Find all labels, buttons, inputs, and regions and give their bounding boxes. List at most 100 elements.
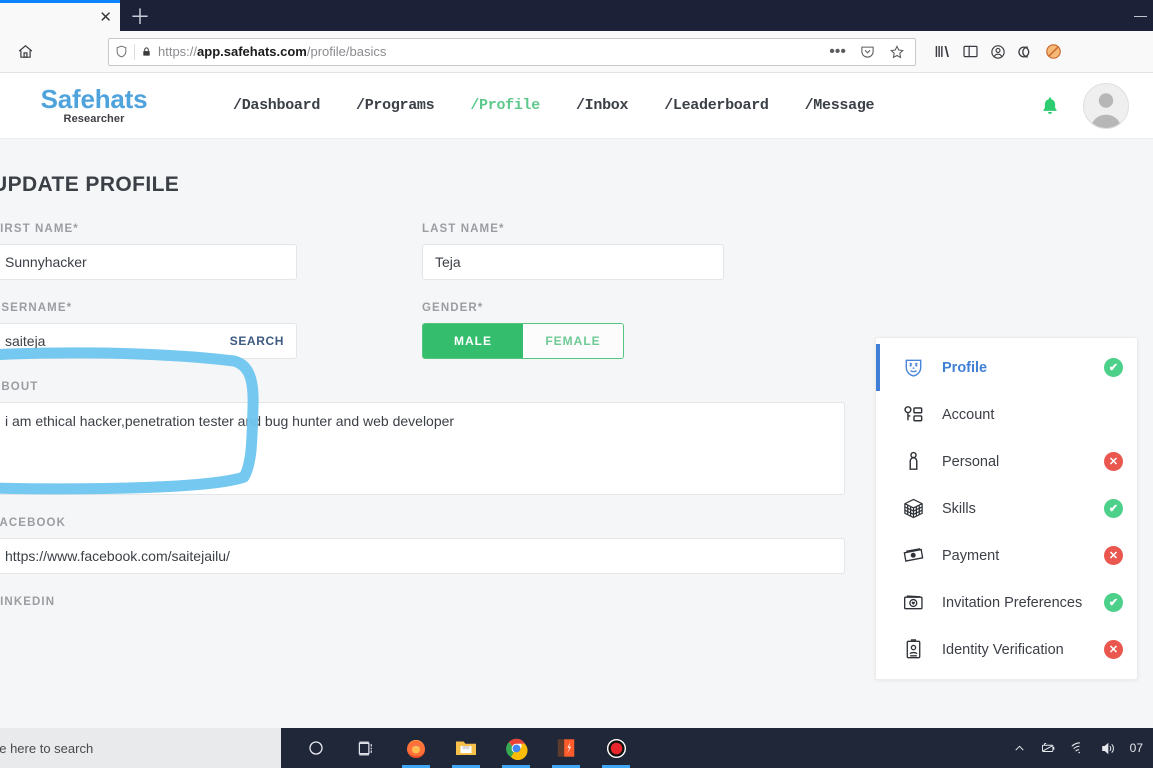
sidebar-item-personal[interactable]: Personal ✕ xyxy=(876,438,1137,485)
field-last-name: LAST NAME* Teja xyxy=(422,223,852,280)
avatar[interactable] xyxy=(1083,82,1129,129)
taskbar-search-input[interactable]: pe here to search xyxy=(0,728,281,768)
taskbar-icons xyxy=(299,728,633,768)
nav-item-leaderboard[interactable]: /Leaderboard xyxy=(664,97,769,114)
main-nav: /Dashboard /Programs /Profile /Inbox /Le… xyxy=(233,97,875,114)
sidebar-item-payment[interactable]: Payment ✕ xyxy=(876,532,1137,579)
windows-taskbar: pe here to search 07 xyxy=(0,728,1153,768)
username-label: USERNAME* xyxy=(0,302,73,314)
sidebar-item-label: Identity Verification xyxy=(942,641,1064,658)
mask-icon xyxy=(902,356,932,379)
container-tabs-icon[interactable] xyxy=(1017,44,1034,60)
field-linkedin: LINKEDIN xyxy=(0,596,852,608)
window-controls[interactable]: — xyxy=(1134,0,1147,31)
status-badge-incomplete: ✕ xyxy=(1104,640,1123,659)
url-bar[interactable]: https://app.safehats.com/profile/basics … xyxy=(108,37,916,66)
sidebar-item-label: Skills xyxy=(942,500,976,517)
sidebar-item-account[interactable]: Account xyxy=(876,391,1137,438)
taskbar-search-placeholder: pe here to search xyxy=(0,740,94,756)
facebook-label: FACEBOOK xyxy=(0,517,66,529)
app-orange-icon[interactable] xyxy=(549,728,583,768)
home-icon[interactable] xyxy=(10,37,40,67)
first-name-label: FIRST NAME* xyxy=(0,223,79,235)
ellipsis-icon[interactable]: ••• xyxy=(825,43,850,61)
facebook-input[interactable]: https://www.facebook.com/saitejailu/ xyxy=(0,538,845,574)
last-name-value: Teja xyxy=(435,254,461,270)
web-page: Safehats Researcher /Dashboard /Programs… xyxy=(0,73,1153,728)
close-icon[interactable]: ✕ xyxy=(99,10,112,25)
logo-subtitle: Researcher xyxy=(63,113,125,125)
last-name-input[interactable]: Teja xyxy=(422,244,724,280)
sidebar-item-label: Account xyxy=(942,406,995,423)
star-icon[interactable] xyxy=(885,44,909,60)
firefox-icon[interactable] xyxy=(399,728,433,768)
field-gender: GENDER* MALE FEMALE xyxy=(422,302,852,359)
sidebar-icon[interactable] xyxy=(962,44,979,59)
invitation-icon xyxy=(902,591,932,614)
money-icon xyxy=(902,544,932,567)
first-name-input[interactable]: Sunnyhacker xyxy=(0,244,297,280)
url-text[interactable]: https://app.safehats.com/profile/basics xyxy=(158,44,819,59)
battery-icon[interactable] xyxy=(1039,741,1057,755)
facebook-value: https://www.facebook.com/saitejailu/ xyxy=(5,548,230,564)
minimize-icon[interactable]: — xyxy=(1134,8,1147,23)
header-actions xyxy=(1039,82,1153,129)
username-search-button[interactable]: SEARCH xyxy=(230,334,284,348)
sidebar-item-label: Profile xyxy=(942,359,988,376)
nav-item-inbox[interactable]: /Inbox xyxy=(576,97,629,114)
taskbar-clock[interactable]: 07 xyxy=(1130,741,1147,755)
nav-item-profile[interactable]: /Profile xyxy=(470,97,540,114)
about-textarea[interactable]: i am ethical hacker,penetration tester a… xyxy=(0,402,845,495)
sidebar-item-invitation-preferences[interactable]: Invitation Preferences ✔ xyxy=(876,579,1137,626)
sidebar-item-label: Personal xyxy=(942,453,1000,470)
gender-option-female[interactable]: FEMALE xyxy=(523,324,623,358)
nav-item-dashboard[interactable]: /Dashboard xyxy=(233,97,320,114)
site-logo[interactable]: Safehats Researcher xyxy=(24,86,164,125)
blocked-icon[interactable] xyxy=(1045,43,1062,60)
logo-text: Safehats xyxy=(40,84,148,114)
shield-icon[interactable] xyxy=(115,44,128,59)
chevron-up-icon[interactable] xyxy=(1013,742,1026,755)
browser-tab[interactable]: ats ✕ xyxy=(0,0,120,31)
gender-option-male[interactable]: MALE xyxy=(423,324,523,358)
volume-icon[interactable] xyxy=(1100,741,1117,756)
sidebar-item-skills[interactable]: Skills ✔ xyxy=(876,485,1137,532)
site-header: Safehats Researcher /Dashboard /Programs… xyxy=(0,73,1153,139)
system-tray: 07 xyxy=(1013,741,1153,756)
status-badge-complete: ✔ xyxy=(1104,499,1123,518)
task-view-icon[interactable] xyxy=(349,728,383,768)
sidebar-item-label: Invitation Preferences xyxy=(942,594,1083,611)
sidebar-item-label: Payment xyxy=(942,547,1000,564)
cube-icon xyxy=(902,497,932,520)
screen-recorder-icon[interactable] xyxy=(599,728,633,768)
notification-bell-icon[interactable] xyxy=(1039,94,1061,118)
username-input[interactable]: saiteja SEARCH xyxy=(0,323,297,359)
profile-form: FIRST NAME* Sunnyhacker LAST NAME* Teja … xyxy=(0,223,852,617)
status-badge-complete: ✔ xyxy=(1104,593,1123,612)
sidebar-item-identity-verification[interactable]: Identity Verification ✕ xyxy=(876,626,1137,673)
username-value: saiteja xyxy=(5,333,46,349)
wifi-icon[interactable] xyxy=(1070,741,1087,755)
lock-icon[interactable] xyxy=(141,45,152,59)
chrome-icon[interactable] xyxy=(499,728,533,768)
library-icon[interactable] xyxy=(934,44,951,59)
about-label: ABOUT xyxy=(0,381,39,393)
linkedin-label: LINKEDIN xyxy=(0,596,56,608)
browser-chrome: ats ✕ ＋ — https://app.saf xyxy=(0,0,1153,73)
first-name-value: Sunnyhacker xyxy=(5,254,87,270)
url-divider xyxy=(134,43,135,60)
nav-item-programs[interactable]: /Programs xyxy=(356,97,435,114)
field-first-name: FIRST NAME* Sunnyhacker xyxy=(0,223,422,280)
nav-item-message[interactable]: /Message xyxy=(805,97,875,114)
sidebar-item-profile[interactable]: Profile ✔ xyxy=(876,344,1137,391)
account-icon[interactable] xyxy=(990,44,1006,60)
page-body: UPDATE PROFILE FIRST NAME* Sunnyhacker L… xyxy=(0,139,1153,728)
cortana-circle-icon[interactable] xyxy=(299,728,333,768)
account-key-icon xyxy=(902,403,932,426)
last-name-label: LAST NAME* xyxy=(422,223,505,235)
field-about: ABOUT i am ethical hacker,penetration te… xyxy=(0,381,852,495)
plus-icon[interactable]: ＋ xyxy=(120,0,160,31)
field-username: USERNAME* saiteja SEARCH xyxy=(0,302,422,359)
file-explorer-icon[interactable] xyxy=(449,728,483,768)
pocket-icon[interactable] xyxy=(856,44,879,59)
